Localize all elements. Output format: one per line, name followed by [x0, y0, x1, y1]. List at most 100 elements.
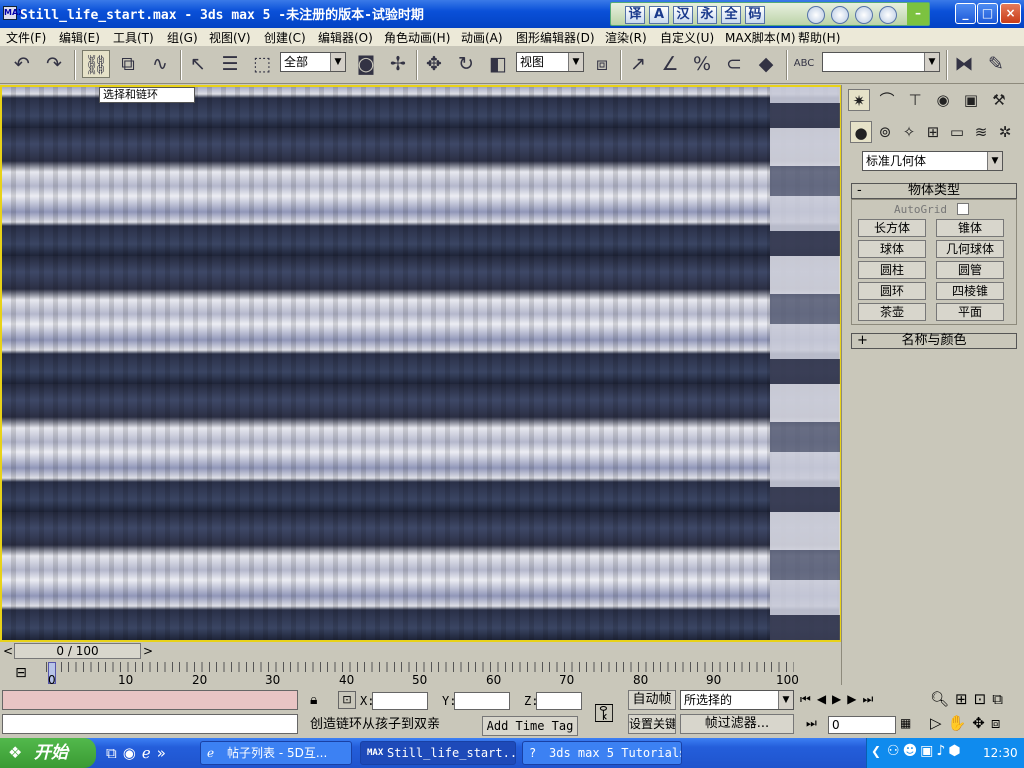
maxscript-listener-mini[interactable] [2, 690, 298, 710]
select-and-link-icon[interactable]: ⛓ [82, 50, 110, 78]
plane-button[interactable]: 平面 [936, 303, 1004, 321]
menu-views[interactable]: 视图(V) [209, 29, 251, 46]
media-player-icon[interactable]: ◉ [123, 744, 142, 762]
maximize-button[interactable]: □ [977, 3, 998, 24]
ime-settings-icon[interactable] [831, 6, 849, 24]
volume-icon[interactable]: ♪ [936, 743, 948, 759]
ime-help-icon[interactable] [855, 6, 873, 24]
sphere-button[interactable]: 球体 [858, 240, 926, 258]
menu-create[interactable]: 创建(C) [264, 29, 306, 46]
cameras-icon[interactable]: ⊞ [922, 121, 944, 143]
mirror-icon[interactable]: ⧓ [950, 50, 978, 78]
task-3dsmax[interactable]: MAX Still_life_start... [360, 741, 516, 765]
angle-snap-icon[interactable]: ∠ [656, 50, 684, 78]
ime-key-code[interactable]: 码 [745, 6, 765, 24]
x-coordinate-field[interactable] [372, 692, 428, 710]
use-pivot-center-icon[interactable]: ⧈ [588, 50, 616, 78]
ime-key-yong[interactable]: 永 [697, 6, 717, 24]
hierarchy-tab-icon[interactable]: ⊤ [904, 89, 926, 111]
field-of-view-icon[interactable]: ▷ [930, 714, 948, 732]
window-crossing-icon[interactable]: ◙ [352, 50, 380, 78]
timeline[interactable]: ⊟ 0 10 20 30 40 50 60 70 80 90 100 [0, 660, 841, 687]
ime-key-fullwidth[interactable]: 全 [721, 6, 741, 24]
helpers-icon[interactable]: ▭ [946, 121, 968, 143]
next-frame-icon[interactable]: ▶ [847, 692, 862, 706]
object-type-rollout-header[interactable]: - 物体类型 [851, 183, 1017, 199]
utilities-tab-icon[interactable]: ⚒ [988, 89, 1010, 111]
time-slider-right-arrow-icon[interactable]: > [142, 643, 154, 659]
qq-icon[interactable]: ☻ [903, 743, 921, 759]
pan-icon[interactable]: ✋ [948, 714, 973, 732]
snap-toggle-icon[interactable]: ↗ [624, 50, 652, 78]
menu-modifiers[interactable]: 编辑器(O) [318, 29, 373, 46]
zoom-extents-icon[interactable]: ⊡ [974, 690, 993, 708]
absolute-mode-icon[interactable]: ⊡ [338, 691, 356, 709]
menu-file[interactable]: 文件(F) [6, 29, 46, 46]
align-icon[interactable]: ✎ [982, 50, 1010, 78]
menu-animation[interactable]: 动画(A) [461, 29, 503, 46]
app-icon[interactable]: MAX [3, 6, 24, 20]
cone-button[interactable]: 锥体 [936, 219, 1004, 237]
unlink-selection-icon[interactable]: ⧉ [114, 50, 142, 78]
title-bar[interactable]: MAX Still_life_start.max - 3ds max 5 -未注… [0, 0, 1024, 28]
current-frame-field[interactable]: 0 [828, 716, 896, 734]
ime-soft-keyboard-icon[interactable] [807, 6, 825, 24]
rectangular-selection-icon[interactable]: ⬚ [248, 50, 276, 78]
box-button[interactable]: 长方体 [858, 219, 926, 237]
ime-minimize-icon[interactable]: – [907, 3, 929, 25]
motion-tab-icon[interactable]: ◉ [932, 89, 954, 111]
menu-tools[interactable]: 工具(T) [113, 29, 154, 46]
maximize-viewport-icon[interactable]: ⧈ [991, 714, 1007, 732]
menu-help[interactable]: 帮助(H) [798, 29, 840, 46]
time-slider-left-arrow-icon[interactable]: < [2, 643, 14, 659]
security-icon[interactable]: ⬢ [948, 743, 963, 759]
menu-group[interactable]: 组(G) [167, 29, 198, 46]
viewport-perspective[interactable] [0, 85, 841, 642]
time-configuration-icon[interactable]: ▦ [900, 716, 911, 730]
arc-rotate-icon[interactable]: ✥ [972, 714, 991, 732]
internet-explorer-icon[interactable]: ℯ [142, 744, 157, 762]
selection-filter-dropdown[interactable]: 全部 ▼ [280, 52, 346, 72]
undo-icon[interactable]: ↶ [8, 50, 36, 78]
percent-snap-icon[interactable]: % [688, 50, 716, 78]
go-to-end-icon[interactable]: ⏭ [863, 692, 880, 706]
minimize-button[interactable]: _ [955, 3, 976, 24]
ime-key-english[interactable]: A [649, 6, 669, 24]
menu-customize[interactable]: 自定义(U) [660, 29, 714, 46]
systems-icon[interactable]: ✲ [994, 121, 1016, 143]
z-coordinate-field[interactable] [536, 692, 582, 710]
ime-key-chinese[interactable]: 汉 [673, 6, 693, 24]
menu-rendering[interactable]: 渲染(R) [605, 29, 647, 46]
set-key-icon[interactable]: ⚿ [586, 696, 622, 732]
geosphere-button[interactable]: 几何球体 [936, 240, 1004, 258]
ime-key-translate[interactable]: 译 [625, 6, 645, 24]
tube-button[interactable]: 圆管 [936, 261, 1004, 279]
close-button[interactable]: × [1000, 3, 1021, 24]
ime-skin-icon[interactable] [879, 6, 897, 24]
task-tutorials[interactable]: ? 3ds max 5 Tutorials [522, 741, 682, 765]
menu-character[interactable]: 角色动画(H) [384, 29, 450, 46]
category-dropdown[interactable]: 标准几何体 ▼ [862, 151, 1003, 171]
key-filters-button[interactable]: 帧过滤器... [680, 714, 794, 734]
time-slider-thumb[interactable]: 0 / 100 [14, 643, 141, 659]
pyramid-button[interactable]: 四棱锥 [936, 282, 1004, 300]
teapot-button[interactable]: 茶壶 [858, 303, 926, 321]
ime-toolbar[interactable]: 译 A 汉 永 全 码 – [610, 2, 930, 26]
trackbar-icon[interactable]: ⊟ [10, 664, 32, 682]
autogrid-checkbox[interactable] [957, 203, 969, 215]
previous-frame-icon[interactable]: ◀ [817, 692, 832, 706]
edit-named-selection-icon[interactable]: ABC [790, 50, 818, 78]
space-warps-icon[interactable]: ≋ [970, 121, 992, 143]
select-and-move-icon[interactable]: ✥ [420, 50, 448, 78]
spinner-snap-icon[interactable]: ⊂ [720, 50, 748, 78]
name-color-rollout-header[interactable]: + 名称与颜色 [851, 333, 1017, 349]
clock[interactable]: 12:30 [983, 746, 1018, 760]
shapes-icon[interactable]: ⊚ [874, 121, 896, 143]
task-forum-posts[interactable]: ℯ 帖子列表 - 5D互... [200, 741, 352, 765]
quick-launch-more-icon[interactable]: » [157, 744, 172, 762]
geometry-icon[interactable]: ● [850, 121, 872, 143]
select-by-name-icon[interactable]: ☰ [216, 50, 244, 78]
modify-tab-icon[interactable]: ⌒ [876, 89, 898, 111]
auto-key-button[interactable]: 自动帧 [628, 690, 676, 710]
zoom-icon[interactable]: 🔍︎ [930, 690, 955, 708]
